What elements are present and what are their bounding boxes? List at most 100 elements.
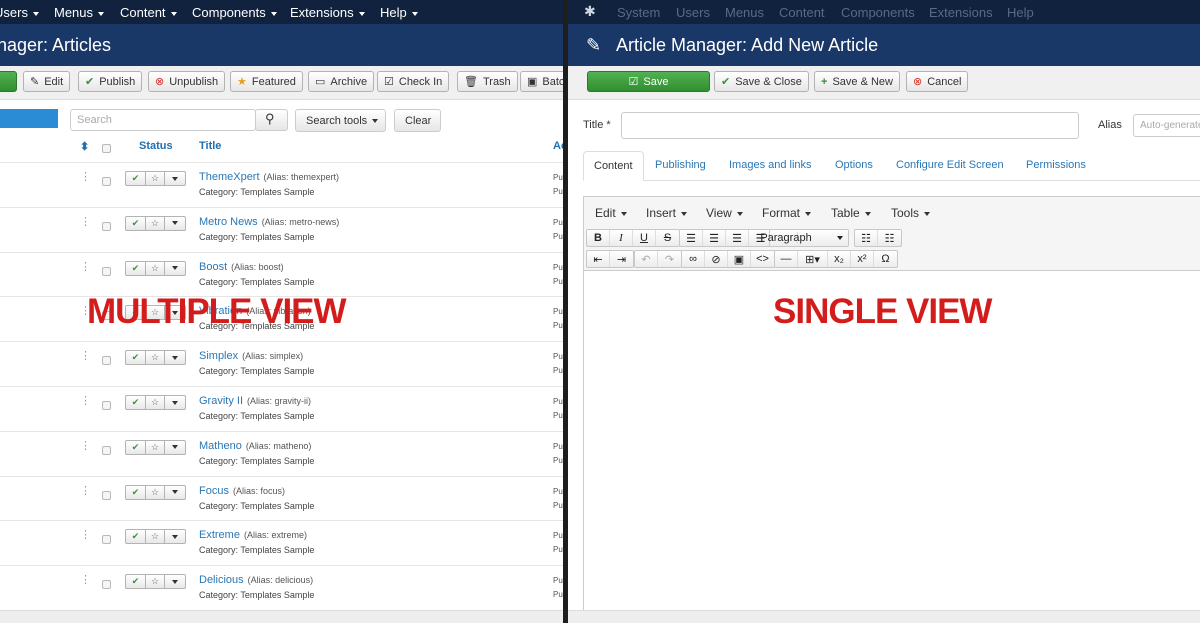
format-select[interactable]: Paragraph — [760, 229, 849, 247]
tab-images-links[interactable]: Images and links — [729, 151, 812, 181]
strikethrough-icon[interactable]: S — [656, 230, 679, 246]
published-toggle-icon[interactable]: ✔ — [125, 484, 146, 500]
row-checkbox[interactable] — [102, 580, 111, 590]
tab-configure-edit-screen[interactable]: Configure Edit Screen — [896, 151, 1004, 181]
search-input[interactable]: Search — [70, 109, 256, 131]
featured-toggle-icon[interactable]: ☆ — [146, 350, 165, 366]
image-icon[interactable]: ▣ — [728, 251, 751, 267]
published-toggle-icon[interactable]: ✔ — [125, 171, 146, 186]
editor-menu-table[interactable]: Table — [831, 206, 871, 220]
unlink-icon[interactable]: ⊘ — [705, 251, 728, 267]
featured-toggle-icon[interactable]: ☆ — [146, 529, 165, 545]
drag-handle-icon[interactable]: ⋮ — [80, 485, 91, 497]
drag-handle-icon[interactable]: ⋮ — [80, 530, 91, 541]
sort-icon[interactable]: ⬍ — [80, 140, 89, 162]
menu-users[interactable]: Users — [0, 5, 39, 20]
article-title-link[interactable]: Extreme — [199, 529, 240, 541]
link-icon[interactable]: ∞ — [682, 251, 705, 267]
row-checkbox[interactable] — [102, 266, 111, 276]
article-title-link[interactable]: Gravity II — [199, 395, 243, 407]
row-checkbox[interactable] — [102, 445, 111, 455]
redo-icon[interactable]: ↷ — [658, 251, 681, 267]
editor-menu-format[interactable]: Format — [762, 206, 812, 220]
checkin-button[interactable]: ☑ Check In — [377, 71, 450, 92]
alias-input[interactable]: Auto-generate from title — [1133, 114, 1200, 137]
featured-toggle-icon[interactable]: ☆ — [146, 395, 165, 410]
tab-publishing[interactable]: Publishing — [655, 151, 706, 181]
editor-menu-view[interactable]: View — [706, 206, 743, 220]
menu-components[interactable]: Components — [192, 5, 277, 20]
menu-content[interactable]: Content — [120, 5, 177, 20]
drag-handle-icon[interactable]: ⋮ — [80, 440, 91, 452]
code-icon[interactable]: <> — [751, 251, 774, 267]
drag-handle-icon[interactable]: ⋮ — [80, 261, 91, 273]
featured-button[interactable]: ★ Featured — [230, 71, 303, 92]
unpublish-button[interactable]: ⊗ Unpublish — [148, 71, 226, 92]
featured-toggle-icon[interactable]: ☆ — [146, 215, 165, 231]
row-checkbox[interactable] — [102, 535, 111, 545]
drag-handle-icon[interactable]: ⋮ — [80, 351, 91, 362]
drag-handle-icon[interactable]: ⋮ — [80, 396, 91, 407]
table-icon[interactable]: ⊞▾ — [798, 251, 828, 267]
row-actions-dropdown[interactable] — [165, 350, 186, 366]
published-toggle-icon[interactable]: ✔ — [125, 260, 146, 276]
row-actions-dropdown[interactable] — [165, 529, 186, 545]
undo-icon[interactable]: ↶ — [635, 251, 658, 267]
select-all-checkbox[interactable] — [102, 144, 111, 153]
row-actions-dropdown[interactable] — [165, 395, 186, 410]
subscript-icon[interactable]: x₂ — [828, 251, 851, 267]
outdent-icon[interactable]: ⇤ — [587, 251, 610, 267]
editor-menu-insert[interactable]: Insert — [646, 206, 688, 220]
row-actions-dropdown[interactable] — [165, 439, 186, 455]
indent-icon[interactable]: ⇥ — [610, 251, 633, 267]
menu-help[interactable]: Help — [380, 5, 418, 20]
article-title-link[interactable]: Matheno — [199, 440, 242, 452]
tab-content[interactable]: Content — [583, 151, 644, 181]
sidebar-toggle[interactable] — [0, 109, 58, 128]
featured-toggle-icon[interactable]: ☆ — [146, 484, 165, 500]
drag-handle-icon[interactable]: ⋮ — [80, 172, 91, 183]
clear-button[interactable]: Clear — [394, 109, 441, 132]
align-center-icon[interactable]: ☰ — [703, 230, 726, 246]
row-checkbox[interactable] — [102, 177, 111, 186]
align-right-icon[interactable]: ☰ — [726, 230, 749, 246]
save-close-button[interactable]: ✔ Save & Close — [714, 71, 809, 92]
search-tools-button[interactable]: Search tools — [295, 109, 386, 132]
save-new-button[interactable]: + Save & New — [814, 71, 900, 92]
featured-toggle-icon[interactable]: ☆ — [146, 171, 165, 186]
bullet-list-icon[interactable]: ☷ — [855, 230, 878, 246]
published-toggle-icon[interactable]: ✔ — [125, 395, 146, 410]
title-input[interactable] — [621, 112, 1079, 139]
featured-toggle-icon[interactable]: ☆ — [146, 260, 165, 276]
column-title[interactable]: Title — [199, 140, 221, 162]
new-button[interactable] — [0, 71, 17, 92]
search-button[interactable]: ⚲ — [255, 109, 288, 131]
published-toggle-icon[interactable]: ✔ — [125, 574, 146, 590]
publish-button[interactable]: ✔ Publish — [78, 71, 143, 92]
cancel-button[interactable]: ⊗ Cancel — [906, 71, 969, 92]
special-char-icon[interactable]: Ω — [874, 251, 897, 267]
published-toggle-icon[interactable]: ✔ — [125, 215, 146, 231]
editor-menu-edit[interactable]: Edit — [595, 206, 627, 220]
menu-extensions[interactable]: Extensions — [290, 5, 365, 20]
underline-icon[interactable]: U — [633, 230, 656, 246]
article-title-link[interactable]: ThemeXpert — [199, 171, 260, 183]
article-title-link[interactable]: Boost — [199, 261, 227, 273]
row-checkbox[interactable] — [102, 490, 111, 500]
row-actions-dropdown[interactable] — [165, 215, 186, 231]
archive-button[interactable]: ▭ Archive — [308, 71, 375, 92]
menu-menus[interactable]: Menus — [54, 5, 105, 20]
tab-options[interactable]: Options — [835, 151, 873, 181]
row-checkbox[interactable] — [102, 401, 111, 410]
row-actions-dropdown[interactable] — [165, 484, 186, 500]
trash-button[interactable]: 🗑 Trash — [457, 71, 518, 92]
published-toggle-icon[interactable]: ✔ — [125, 439, 146, 455]
save-button[interactable]: ☑ Save — [587, 71, 710, 92]
bold-icon[interactable]: B — [587, 230, 610, 246]
edit-button[interactable]: ✎ Edit — [23, 71, 71, 92]
row-checkbox[interactable] — [102, 356, 111, 366]
article-title-link[interactable]: Metro News — [199, 216, 258, 228]
align-left-icon[interactable]: ☰ — [680, 230, 703, 246]
published-toggle-icon[interactable]: ✔ — [125, 350, 146, 366]
numbered-list-icon[interactable]: ☷ — [878, 230, 901, 246]
